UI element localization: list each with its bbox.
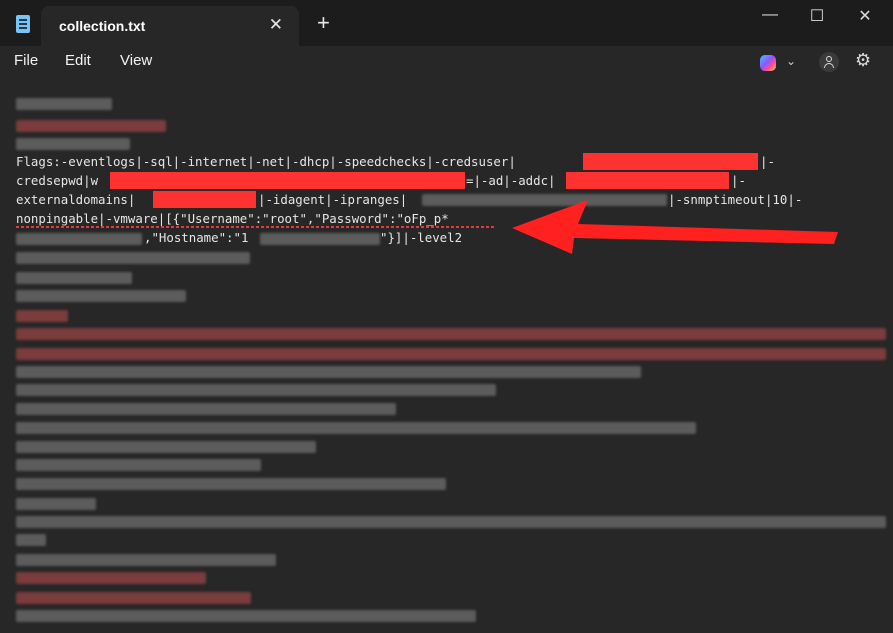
redacted-text [16,98,112,110]
menu-view[interactable]: View [120,52,152,69]
redacted-text [16,498,96,510]
menu-file[interactable]: File [14,52,38,69]
redaction-box [566,172,729,189]
notepad-icon [16,15,30,33]
new-tab-button[interactable]: + [317,12,330,34]
redaction-box [110,172,465,189]
account-icon[interactable] [819,52,839,72]
redacted-text [16,272,132,284]
notepad-window: collection.txt ✕ + — ☐ ✕ File Edit View … [0,0,893,633]
text-line-3: externaldomains| [16,192,136,207]
redacted-text [16,422,696,434]
text-line-1-end: |- [760,154,775,169]
minimize-button[interactable]: — [750,6,790,26]
redacted-text [16,384,496,396]
text-line-3-end: |-snmptimeout|10|- [668,192,803,207]
settings-gear-icon[interactable]: ⚙ [855,50,871,71]
redacted-text [16,366,641,378]
title-bar: collection.txt ✕ + — ☐ ✕ [0,0,893,46]
redacted-text [16,403,396,415]
redacted-text [16,233,142,245]
redacted-text [16,610,476,622]
redaction-box [583,153,758,170]
text-line-2-end: |- [731,173,746,188]
menu-edit[interactable]: Edit [65,52,91,69]
redacted-text [16,554,276,566]
text-line-3-mid: |-idagent|-ipranges| [258,192,408,207]
text-line-5-end: "}]|-level2 [380,230,463,245]
close-tab-icon[interactable]: ✕ [269,15,283,35]
redacted-text [16,572,206,584]
text-editor[interactable]: Flags:-eventlogs|-sql|-internet|-net|-dh… [0,78,893,633]
redacted-text [16,592,251,604]
redacted-text [16,138,130,150]
redacted-text [16,348,886,360]
redacted-ip-range [422,194,667,206]
menu-bar: File Edit View ⌄ ⚙ [0,46,893,78]
text-line-2: credsepwd|w [16,173,99,188]
redacted-text [16,516,886,528]
text-line-1: Flags:-eventlogs|-sql|-internet|-net|-dh… [16,154,516,169]
copilot-icon[interactable] [760,55,776,71]
redacted-text [16,310,68,322]
redacted-text [16,252,250,264]
close-window-button[interactable]: ✕ [845,6,885,26]
redacted-text [16,459,261,471]
redacted-text [16,478,446,490]
redaction-box [153,191,256,208]
text-line-5-mid: ,"Hostname":"1 [144,230,249,245]
redacted-text [16,290,186,302]
redacted-hostname [260,233,380,245]
tab-title: collection.txt [59,18,146,34]
redacted-text [16,120,166,132]
redacted-text [16,441,316,453]
text-line-2-mid: =|-ad|-addc| [466,173,556,188]
redacted-text [16,534,46,546]
maximize-button[interactable]: ☐ [797,6,837,26]
tab-collection-txt[interactable]: collection.txt ✕ [41,6,299,46]
chevron-down-icon[interactable]: ⌄ [786,54,796,68]
redacted-text [16,328,886,340]
